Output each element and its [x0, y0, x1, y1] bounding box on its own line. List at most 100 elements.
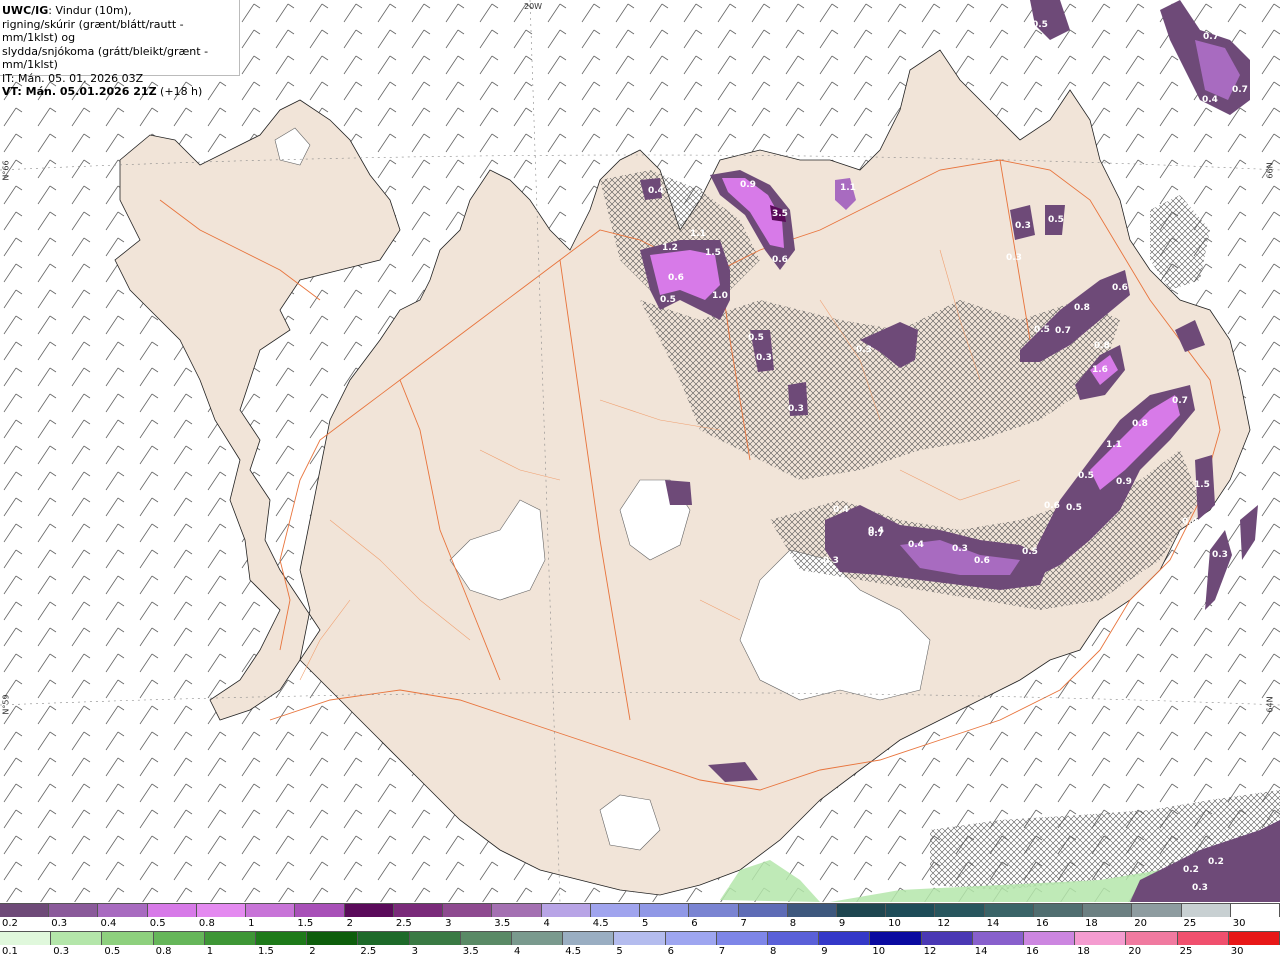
snow-legend-swatch: [640, 904, 690, 917]
snow-legend-label: 16: [1035, 918, 1049, 929]
precip-value-label: 1.0: [712, 291, 728, 301]
precip-value-label: 0.3: [1006, 253, 1022, 263]
snow-legend-label: 12: [937, 918, 951, 929]
snow-legend-swatch: [246, 904, 296, 917]
info-line-2: rigning/skúrir (grænt/blátt/rautt - mm/1…: [2, 17, 184, 45]
latitude-label-left-upper: N°66: [1, 160, 11, 181]
rain-legend-label: 30: [1230, 946, 1244, 957]
rain-legend-label: 4.5: [565, 946, 582, 957]
snow-legend-label: 7: [740, 918, 747, 929]
rain-legend-swatch: [921, 932, 973, 945]
rain-legend-label: 20: [1128, 946, 1142, 957]
snow-legend-label: 2: [346, 918, 353, 929]
rain-legend-swatch: [102, 932, 154, 945]
snow-legend-swatch: [1033, 904, 1084, 917]
snow-legend-label: 3.5: [494, 918, 511, 929]
precip-value-label: 0.4: [1202, 95, 1218, 105]
precip-value-label: 0.7: [1232, 85, 1248, 95]
precip-value-label: 0.5: [1034, 325, 1050, 335]
precip-value-label: 0.9: [1116, 477, 1132, 487]
snow-legend-label: 25: [1183, 918, 1197, 929]
snow-legend-label: 4: [543, 918, 550, 929]
rain-legend-swatch: [768, 932, 820, 945]
snow-legend-swatch: [344, 904, 394, 917]
rain-legend-swatch: [1177, 932, 1229, 945]
precip-value-label: 0.3: [756, 353, 772, 363]
snow-legend-swatch: [541, 904, 591, 917]
precip-value-label: 0.5: [1022, 547, 1038, 557]
precip-value-label: 0.9: [740, 180, 756, 190]
rain-legend-swatch: [460, 932, 513, 945]
rain-legend-swatch: [665, 932, 717, 945]
snow-legend-swatch: [492, 904, 542, 917]
rain-legend-label: 14: [974, 946, 988, 957]
precip-value-label: 0.3: [952, 544, 968, 554]
longitude-label-top: 20W: [524, 2, 543, 11]
precip-value-label: 0.5: [1032, 20, 1048, 30]
precip-value-label: 0.6: [1044, 501, 1060, 511]
rain-legend-swatch: [409, 932, 461, 945]
snow-legend-swatch: [1083, 904, 1133, 917]
rain-legend-swatch: [614, 932, 666, 945]
snow-legend-label: 2.5: [395, 918, 412, 929]
rain-legend-label: 6: [667, 946, 674, 957]
precip-value-label: 0.8: [1094, 341, 1110, 351]
precip-value-label: 0.3: [1015, 221, 1031, 231]
rain-legend-swatch: [153, 932, 205, 945]
precip-value-label: 0.6: [1112, 283, 1128, 293]
rain-legend-swatch: [870, 932, 922, 945]
rain-legend-label: 0.3: [53, 946, 70, 957]
rain-legend-label: 7: [718, 946, 726, 957]
snow-legend-labels: 0.2 0.3 0.4 0.5 0.8 1 1.5 2 2.5 3 3.5 4 4.5 5 6 7 8 9 10 12…: [0, 917, 1280, 931]
snow-legend-swatch: [935, 904, 985, 917]
precip-value-label: 1.5: [1194, 480, 1210, 490]
snow-legend-label: 18: [1085, 918, 1098, 929]
snow-legend-label: 0.3: [51, 918, 68, 929]
rain-legend-swatch: [256, 932, 308, 945]
rain-legend-label: 1: [206, 946, 214, 957]
precip-value-label: 0.4: [1182, 517, 1198, 527]
precip-value-label: 0.5: [1078, 471, 1094, 481]
rain-legend-swatch: [716, 932, 769, 945]
rain-legend-label: 0.1: [2, 946, 18, 957]
snow-legend-swatch: [787, 904, 837, 917]
precip-value-label: 1.5: [705, 248, 721, 258]
rain-legend-swatch: [204, 932, 257, 945]
snow-legend-label: 10: [888, 918, 901, 929]
snow-legend-swatch: [886, 904, 936, 917]
rain-legend-label: 10: [872, 946, 886, 957]
precip-value-label: 3.5: [772, 209, 788, 219]
snow-legend-label: 0.5: [149, 918, 166, 929]
snow-legend-label: 14: [986, 918, 1000, 929]
forecast-offset: (+18 h): [156, 85, 203, 98]
rain-legend-label: 9: [821, 946, 828, 957]
snow-legend-label: 9: [838, 918, 846, 929]
rain-legend-label: 25: [1179, 946, 1193, 957]
snow-legend-label: 0.2: [2, 918, 18, 929]
precip-value-label: 1.6: [1092, 365, 1108, 375]
rain-legend-swatch: [512, 932, 564, 945]
snow-legend-label: 20: [1134, 918, 1148, 929]
snow-legend-swatch: [49, 904, 99, 917]
precip-value-label: 0.3: [1192, 883, 1208, 893]
rain-legend-label: 3.5: [462, 946, 479, 957]
precip-value-label: 0.7: [1203, 32, 1219, 42]
precip-value-label: 0.2: [1208, 857, 1224, 867]
precip-value-label: 0.4: [648, 186, 664, 196]
rain-legend-label: 4: [514, 946, 521, 957]
precip-value-label: 0.7: [1172, 396, 1188, 406]
rain-legend-label: 5: [616, 946, 623, 957]
snow-legend-label: 6: [691, 918, 698, 929]
latitude-label-right-upper: 66N: [1265, 162, 1275, 179]
precip-value-label: 0.4: [868, 526, 884, 536]
rain-legend-swatch: [1024, 932, 1076, 945]
snow-legend-swatch: [147, 904, 197, 917]
snow-legend-swatch: [393, 904, 444, 917]
info-line-1: : Vindur (10m),: [48, 4, 132, 17]
precip-value-label: 0.5: [1048, 215, 1064, 225]
snow-legend-swatch: [295, 904, 345, 917]
snow-legend-label: 4.5: [592, 918, 609, 929]
rain-legend-swatch: [972, 932, 1025, 945]
precip-value-label: 0.3: [856, 345, 872, 355]
precip-value-label: 0.5: [748, 333, 764, 343]
